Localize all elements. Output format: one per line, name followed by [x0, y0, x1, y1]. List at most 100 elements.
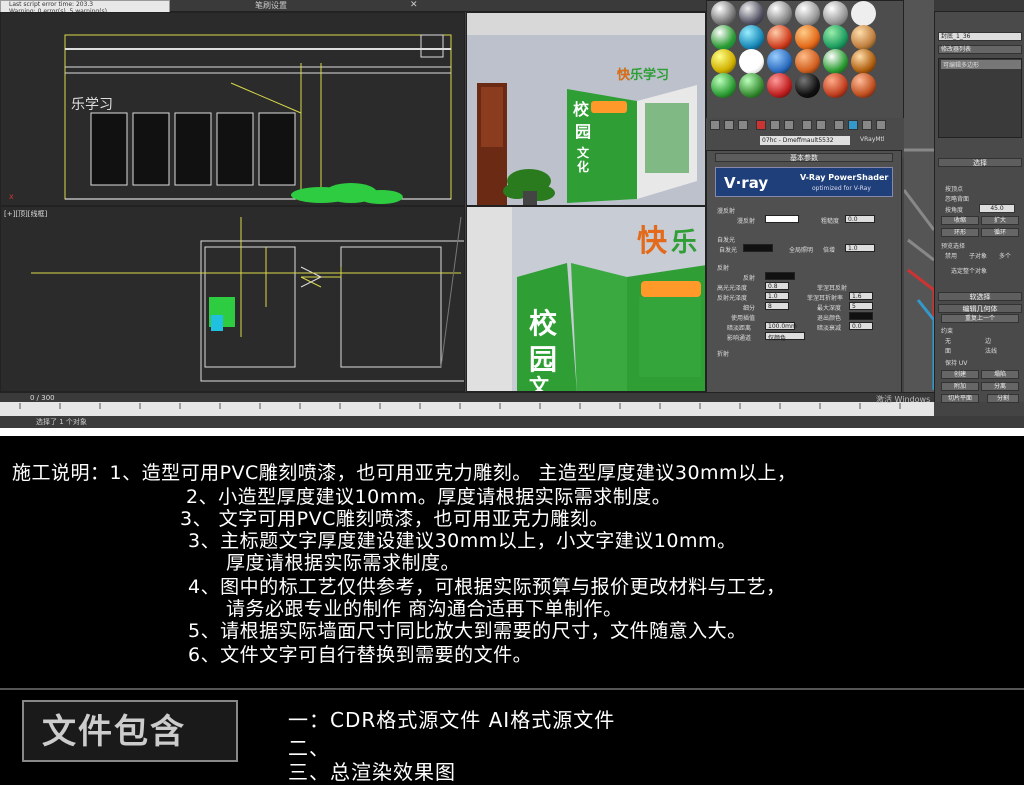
mat-slot[interactable] — [795, 73, 820, 98]
mat-slot[interactable] — [711, 49, 736, 74]
preview-disabled-radio[interactable]: 禁用 — [945, 251, 957, 260]
time-ruler[interactable] — [0, 402, 934, 416]
hl-gloss-input[interactable]: 0.8 — [765, 282, 789, 290]
preview-multi-radio[interactable]: 多个 — [999, 251, 1011, 260]
interp-checkbox-label[interactable]: 使用插值 — [731, 313, 755, 322]
ignore-back-checkbox[interactable]: 忽略背面 — [945, 194, 969, 203]
slice-plane-button[interactable]: 切片平面 — [941, 394, 979, 403]
go-parent-icon[interactable] — [862, 120, 872, 130]
brush-settings-menu[interactable]: 笔刷设置 — [255, 0, 287, 11]
mat-slot[interactable] — [795, 1, 820, 26]
mat-slot[interactable] — [795, 49, 820, 74]
file-item: 三、总渲染效果图 — [288, 760, 456, 784]
dim-falloff-input[interactable]: 0.0 — [849, 322, 873, 330]
preview-subobj-radio[interactable]: 子对象 — [969, 251, 987, 260]
reset-icon[interactable] — [756, 120, 766, 130]
keep-uv-checkbox[interactable]: 保持 UV — [945, 358, 967, 367]
scene-banner-text: 快 — [637, 224, 668, 259]
svg-text:园: 园 — [575, 122, 591, 141]
constraint-edge-radio[interactable]: 边 — [985, 336, 991, 345]
constraints-label: 约束 — [941, 328, 954, 335]
put-to-scene-icon[interactable] — [724, 120, 734, 130]
viewport-front[interactable]: 乐学习 x — [0, 12, 465, 206]
close-icon[interactable]: ✕ — [410, 0, 420, 10]
mat-slot[interactable] — [739, 73, 764, 98]
ring-button[interactable]: 环形 — [941, 228, 979, 237]
selfillum-swatch[interactable] — [743, 244, 773, 252]
affect-select[interactable]: 仅颜色 — [765, 332, 805, 342]
rollout-selection[interactable]: 选择 — [938, 158, 1022, 167]
angle-input[interactable]: 45.0 — [979, 204, 1015, 213]
mat-slot[interactable] — [739, 49, 764, 74]
constraint-face-radio[interactable]: 面 — [945, 346, 951, 355]
viewport-perspective-2[interactable]: 快 乐 校 园 文 — [466, 206, 706, 392]
fresnel-ior-label: 菲涅耳折射率 — [807, 295, 844, 302]
mat-slot[interactable] — [767, 49, 792, 74]
mat-slot[interactable] — [795, 25, 820, 50]
show-map-icon[interactable] — [834, 120, 844, 130]
show-end-result-icon[interactable] — [848, 120, 858, 130]
dim-dist-input[interactable]: 100.0mm — [765, 322, 797, 330]
attach-button[interactable]: 附加 — [941, 382, 979, 391]
maxdepth-input[interactable]: 5 — [849, 302, 873, 310]
copy-material-icon[interactable] — [770, 120, 780, 130]
subdivs-input[interactable]: 8 — [765, 302, 789, 310]
fresnel-ior-input[interactable]: 1.6 — [849, 292, 873, 300]
split-button[interactable]: 分割 — [987, 394, 1019, 403]
gi-checkbox-label[interactable]: 全局照明 — [789, 245, 813, 254]
loop-button[interactable]: 循环 — [981, 228, 1019, 237]
modifier-stack-item[interactable]: 可编辑多边形 — [941, 60, 1021, 69]
fresnel-checkbox-label[interactable]: 菲涅耳反射 — [817, 283, 847, 292]
rollout-soft-selection[interactable]: 软选择 — [938, 292, 1022, 301]
rollout-edit-geometry[interactable]: 编辑几何体 — [938, 304, 1022, 313]
diffuse-swatch[interactable] — [765, 215, 799, 223]
mat-slot[interactable] — [823, 73, 848, 98]
constraint-normal-radio[interactable]: 法线 — [985, 346, 997, 355]
mat-slot[interactable] — [711, 25, 736, 50]
mat-slot[interactable] — [823, 1, 848, 26]
viewport-perspective-1[interactable]: 校 园 文 化 快乐学习 快 — [466, 12, 706, 206]
go-sibling-icon[interactable] — [876, 120, 886, 130]
mat-slot[interactable] — [851, 49, 876, 74]
object-name-field[interactable]: 封底_1_36 — [938, 32, 1022, 41]
modifier-list-dropdown[interactable]: 修改器列表 — [938, 45, 1022, 54]
mult-input[interactable]: 1.0 — [845, 244, 875, 252]
mat-slot[interactable] — [767, 73, 792, 98]
roughness-input[interactable]: 0.0 — [845, 215, 875, 223]
assign-material-icon[interactable] — [738, 120, 748, 130]
mat-slot[interactable] — [767, 1, 792, 26]
mat-slot[interactable] — [711, 73, 736, 98]
shrink-button[interactable]: 收缩 — [941, 216, 979, 225]
mat-slot[interactable] — [823, 25, 848, 50]
mat-slot[interactable] — [823, 49, 848, 74]
grow-button[interactable]: 扩大 — [981, 216, 1019, 225]
constraint-none-radio[interactable]: 无 — [945, 336, 951, 345]
material-type-button[interactable]: VRayMtl — [860, 136, 885, 143]
timeline[interactable]: 0 / 300 — [0, 392, 934, 402]
get-material-icon[interactable] — [710, 120, 720, 130]
detach-button[interactable]: 分离 — [981, 382, 1019, 391]
refl-gloss-input[interactable]: 1.0 — [765, 292, 789, 300]
material-name-field[interactable]: 07hc - Dmeffmault5532 — [760, 136, 850, 145]
mat-slot[interactable] — [851, 73, 876, 98]
put-library-icon[interactable] — [802, 120, 812, 130]
mat-slot[interactable] — [739, 25, 764, 50]
create-button[interactable]: 创建 — [941, 370, 979, 379]
effects-channel-icon[interactable] — [816, 120, 826, 130]
mat-slot[interactable] — [851, 1, 876, 26]
reflect-swatch[interactable] — [765, 272, 795, 280]
collapse-button[interactable]: 塌陷 — [981, 370, 1019, 379]
by-vertex-checkbox[interactable]: 按顶点 — [945, 184, 963, 193]
by-angle-checkbox[interactable]: 按角度 — [945, 205, 963, 214]
file-contents-title: 文件包含 — [42, 712, 186, 752]
viewport-label[interactable]: [+][顶][线框] — [4, 209, 47, 219]
exit-color-swatch[interactable] — [849, 312, 873, 320]
rollout-basic-params[interactable]: 基本参数 — [715, 153, 893, 162]
mat-slot[interactable] — [739, 1, 764, 26]
mat-slot[interactable] — [711, 1, 736, 26]
mat-slot[interactable] — [767, 25, 792, 50]
unique-icon[interactable] — [784, 120, 794, 130]
repeat-last-button[interactable]: 重复上一个 — [941, 314, 1019, 323]
mat-slot[interactable] — [851, 25, 876, 50]
viewport-top[interactable]: [+][顶][线框] x — [0, 206, 465, 392]
